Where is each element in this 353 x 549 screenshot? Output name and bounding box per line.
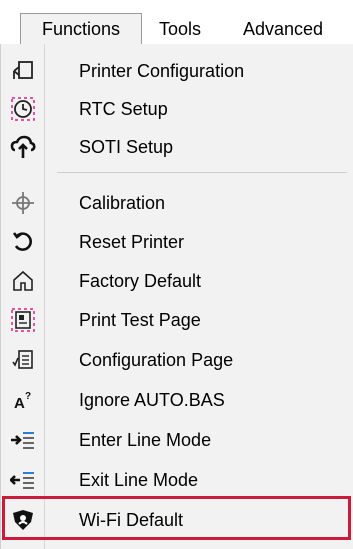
menu-item-print-test-page[interactable]: Print Test Page — [1, 301, 353, 339]
print-test-page-icon — [9, 306, 37, 334]
menu-item-label: Ignore AUTO.BAS — [79, 390, 225, 410]
menu-tools[interactable]: Tools — [159, 14, 201, 44]
menu-item-label: Reset Printer — [79, 232, 185, 252]
reset-icon — [9, 228, 37, 256]
menu-item-soti-setup[interactable]: SOTI Setup — [1, 128, 353, 166]
crosshair-icon — [9, 189, 37, 217]
menu-item-configuration-page[interactable]: Configuration Page — [1, 341, 353, 379]
menu-item-label: SOTI Setup — [79, 137, 174, 157]
menu-advanced[interactable]: Advanced — [243, 14, 323, 44]
menu-item-label: Calibration — [79, 193, 166, 213]
menu-item-label: Enter Line Mode — [79, 430, 212, 450]
menu-item-ignore-auto-bas[interactable]: A ? Ignore AUTO.BAS — [1, 381, 353, 419]
svg-text:A: A — [14, 395, 25, 412]
menu-item-reset-printer[interactable]: Reset Printer — [1, 223, 353, 261]
exit-line-mode-icon — [9, 466, 37, 494]
clock-icon — [9, 95, 37, 123]
menu-item-exit-line-mode[interactable]: Exit Line Mode — [1, 461, 353, 499]
printer-config-icon — [9, 57, 37, 85]
menu-separator — [57, 172, 347, 173]
highlight-box — [2, 496, 351, 540]
menu-item-label: Factory Default — [79, 271, 202, 291]
menu-functions[interactable]: Functions — [20, 13, 142, 44]
menu-item-label: Exit Line Mode — [79, 470, 199, 490]
home-icon — [9, 267, 37, 295]
menu-item-label: Printer Configuration — [79, 61, 245, 81]
menu-item-calibration[interactable]: Calibration — [1, 184, 353, 222]
menu-item-label: RTC Setup — [79, 99, 168, 119]
cloud-upload-icon — [9, 133, 37, 161]
screenshot-root: Functions Tools Advanced Printer Configu… — [0, 0, 353, 549]
svg-text:?: ? — [25, 391, 31, 402]
menu-item-label: Print Test Page — [79, 310, 201, 330]
menu-item-factory-default[interactable]: Factory Default — [1, 262, 353, 300]
menu-item-printer-configuration[interactable]: Printer Configuration — [1, 52, 353, 90]
menu-item-label: Configuration Page — [79, 350, 234, 370]
menu-item-enter-line-mode[interactable]: Enter Line Mode — [1, 421, 353, 459]
enter-line-mode-icon — [9, 426, 37, 454]
ignore-auto-bas-icon: A ? — [9, 386, 37, 414]
menu-item-rtc-setup[interactable]: RTC Setup — [1, 90, 353, 128]
functions-dropdown: Printer Configuration RTC Setup SOTI Set… — [0, 44, 353, 549]
menu-bar: Functions Tools Advanced — [0, 0, 353, 44]
configuration-page-icon — [9, 346, 37, 374]
